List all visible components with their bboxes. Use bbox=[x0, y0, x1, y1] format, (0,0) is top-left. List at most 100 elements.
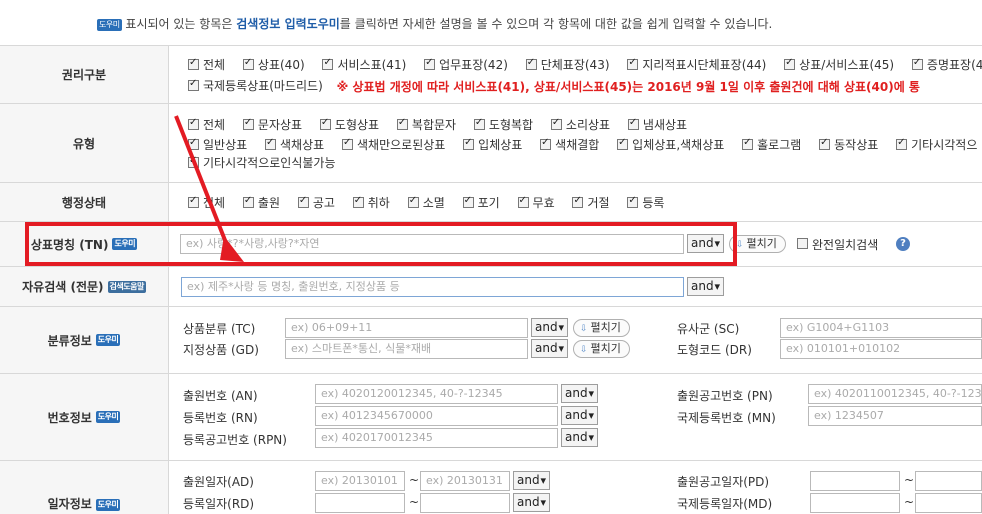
type-checkbox[interactable]: 입체상표 bbox=[463, 136, 522, 153]
type-checkbox[interactable]: 기타시각적으 bbox=[896, 136, 977, 153]
type-checkbox[interactable]: 일반상표 bbox=[188, 136, 247, 153]
type-checkbox[interactable]: 색채만으로된상표 bbox=[342, 136, 445, 153]
gd-input[interactable]: ex) 스마트폰*통신, 식물*재배 bbox=[285, 339, 528, 359]
sc-label: 유사군 (SC) bbox=[677, 322, 740, 336]
type-checkbox[interactable]: 기타시각적으로인식불가능 bbox=[188, 154, 335, 171]
an-label: 출원번호 (AN) bbox=[183, 389, 258, 403]
rights-checkbox[interactable]: 서비스표(41) bbox=[322, 56, 406, 73]
type-line3: 기타시각적으로인식불가능 bbox=[188, 154, 349, 171]
tc-operator-select[interactable]: and bbox=[531, 318, 568, 337]
type-checkbox[interactable]: 입체상표,색채상표 bbox=[617, 136, 724, 153]
md-from-input[interactable] bbox=[810, 493, 900, 513]
rpn-operator-select[interactable]: and bbox=[561, 428, 598, 447]
rights-checkbox[interactable]: 업무표장(42) bbox=[424, 56, 508, 73]
gd-label: 지정상품 (GD) bbox=[183, 343, 259, 357]
chevron-down-icon: ⇩ bbox=[580, 324, 588, 334]
pd-label: 출원공고일자(PD) bbox=[677, 475, 770, 489]
rn-input[interactable]: ex) 4012345670000 bbox=[315, 406, 558, 426]
date-label: 일자정보 도우미 bbox=[0, 461, 169, 514]
free-label: 자유검색 (전문) 검색도움말 bbox=[0, 267, 169, 306]
status-row: 행정상태 전체 출원 공고 취하 소멸 포기 무효 거절 등록 bbox=[0, 183, 982, 222]
type-checkbox[interactable]: 도형복합 bbox=[473, 116, 533, 133]
status-checkbox[interactable]: 거절 bbox=[572, 194, 610, 211]
rights-row: 권리구분 전체 상표(40) 서비스표(41) 업무표장(42) 단체표장(43… bbox=[0, 46, 982, 104]
ad-to-input[interactable]: ex) 20130131 bbox=[420, 471, 510, 491]
pn-input[interactable]: ex) 4020110012345, 40-?-12345 bbox=[808, 384, 982, 404]
type-checkbox[interactable]: 냄새상표 bbox=[627, 116, 687, 133]
chevron-down-icon: ⇩ bbox=[736, 240, 744, 250]
rights-checkbox[interactable]: 국제등록상표(마드리드) bbox=[188, 77, 323, 94]
rights-checkbox[interactable]: 상표/서비스표(45) bbox=[784, 56, 894, 73]
dr-input[interactable]: ex) 010101+010102 bbox=[780, 339, 982, 359]
type-line1: 전체 문자상표 도형상표 복합문자 도형복합 소리상표 냄새상표 bbox=[188, 116, 701, 133]
help-badge[interactable]: 도우미 bbox=[97, 18, 122, 31]
tc-input[interactable]: ex) 06+09+11 bbox=[285, 318, 528, 338]
an-operator-select[interactable]: and bbox=[561, 384, 598, 403]
type-checkbox[interactable]: 색채결합 bbox=[540, 136, 599, 153]
mn-input[interactable]: ex) 1234507 bbox=[808, 406, 982, 426]
an-input[interactable]: ex) 4020120012345, 40-?-12345 bbox=[315, 384, 558, 404]
type-checkbox[interactable]: 문자상표 bbox=[242, 116, 302, 133]
type-checkbox[interactable]: 동작상표 bbox=[819, 136, 878, 153]
type-checkbox[interactable]: 복합문자 bbox=[396, 116, 456, 133]
rights-checkbox[interactable]: 지리적표시단체표장(44) bbox=[627, 56, 766, 73]
rd-to-input[interactable] bbox=[420, 493, 510, 513]
status-checkbox[interactable]: 등록 bbox=[627, 194, 664, 211]
type-checkbox[interactable]: 전체 bbox=[188, 116, 225, 133]
gd-expand-button[interactable]: ⇩ 펼치기 bbox=[573, 340, 630, 358]
rights-line1: 전체 상표(40) 서비스표(41) 업무표장(42) 단체표장(43) 지리적… bbox=[188, 56, 982, 73]
type-checkbox[interactable]: 도형상표 bbox=[319, 116, 379, 133]
date-help-badge[interactable]: 도우미 bbox=[95, 499, 121, 511]
status-checkbox[interactable]: 소멸 bbox=[407, 194, 445, 211]
class-label: 분류정보 도우미 bbox=[0, 307, 169, 373]
status-checkbox[interactable]: 취하 bbox=[352, 194, 390, 211]
gd-operator-select[interactable]: and bbox=[531, 339, 568, 358]
info-bar: 도우미 표시되어 있는 항목은 검색정보 입력도우미를 클릭하면 자세한 설명을… bbox=[0, 0, 982, 46]
exact-match-checkbox[interactable] bbox=[797, 238, 808, 249]
ad-from-input[interactable]: ex) 20130101 bbox=[315, 471, 405, 491]
type-label: 유형 bbox=[0, 104, 169, 182]
ad-operator-select[interactable]: and bbox=[513, 471, 550, 490]
question-icon[interactable]: ? bbox=[896, 237, 910, 251]
status-checkbox[interactable]: 포기 bbox=[462, 194, 500, 211]
rn-operator-select[interactable]: and bbox=[561, 406, 598, 425]
type-checkbox[interactable]: 색채상표 bbox=[265, 136, 324, 153]
rights-checkbox[interactable]: 상표(40) bbox=[242, 56, 305, 73]
free-help-badge[interactable]: 검색도움말 bbox=[107, 280, 146, 293]
highlight-box bbox=[25, 222, 737, 266]
info-text-before: 표시되어 있는 항목은 bbox=[125, 17, 233, 31]
rights-checkbox[interactable]: 전체 bbox=[188, 56, 225, 73]
class-help-badge[interactable]: 도우미 bbox=[95, 334, 121, 346]
type-row: 유형 전체 문자상표 도형상표 복합문자 도형복합 소리상표 냄새상표 일반상표… bbox=[0, 104, 982, 183]
status-checkbox[interactable]: 공고 bbox=[297, 194, 335, 211]
rpn-input[interactable]: ex) 4020170012345 bbox=[315, 428, 558, 448]
dr-label: 도형코드 (DR) bbox=[677, 343, 752, 357]
free-operator-select[interactable]: and bbox=[687, 277, 724, 296]
status-checkbox[interactable]: 무효 bbox=[517, 194, 555, 211]
rights-checkbox[interactable]: 단체표장(43) bbox=[525, 56, 610, 73]
number-help-badge[interactable]: 도우미 bbox=[95, 411, 121, 423]
status-checkbox[interactable]: 출원 bbox=[242, 194, 280, 211]
md-to-input[interactable] bbox=[915, 493, 982, 513]
rd-operator-select[interactable]: and bbox=[513, 493, 550, 512]
free-row: 자유검색 (전문) 검색도움말 ex) 제주*사랑 등 명칭, 출원번호, 지정상… bbox=[0, 267, 982, 307]
ad-tilde: ~ bbox=[409, 473, 420, 487]
type-checkbox[interactable]: 홀로그램 bbox=[742, 136, 801, 153]
md-tilde: ~ bbox=[904, 495, 915, 509]
pd-from-input[interactable] bbox=[810, 471, 900, 491]
rights-checkbox[interactable]: 증명표장(47) bbox=[911, 56, 982, 73]
tc-expand-button[interactable]: ⇩ 펼치기 bbox=[573, 319, 630, 337]
rd-from-input[interactable] bbox=[315, 493, 405, 513]
rd-tilde: ~ bbox=[409, 495, 420, 509]
type-checkbox[interactable]: 소리상표 bbox=[550, 116, 610, 133]
sc-input[interactable]: ex) G1004+G1103 bbox=[780, 318, 982, 338]
exact-match-option[interactable]: 완전일치검색 bbox=[797, 236, 878, 253]
chevron-down-icon: ⇩ bbox=[580, 345, 588, 355]
number-label: 번호정보 도우미 bbox=[0, 374, 169, 460]
tn-expand-button[interactable]: ⇩ 펼치기 bbox=[729, 235, 786, 253]
md-label: 국제등록일자(MD) bbox=[677, 497, 773, 511]
status-checkbox[interactable]: 전체 bbox=[188, 194, 225, 211]
rights-line2: 국제등록상표(마드리드) ※ 상표법 개정에 따라 서비스표(41), 상표/서… bbox=[188, 77, 920, 95]
pd-to-input[interactable] bbox=[915, 471, 982, 491]
free-search-input[interactable]: ex) 제주*사랑 등 명칭, 출원번호, 지정상품 등 bbox=[181, 277, 684, 297]
